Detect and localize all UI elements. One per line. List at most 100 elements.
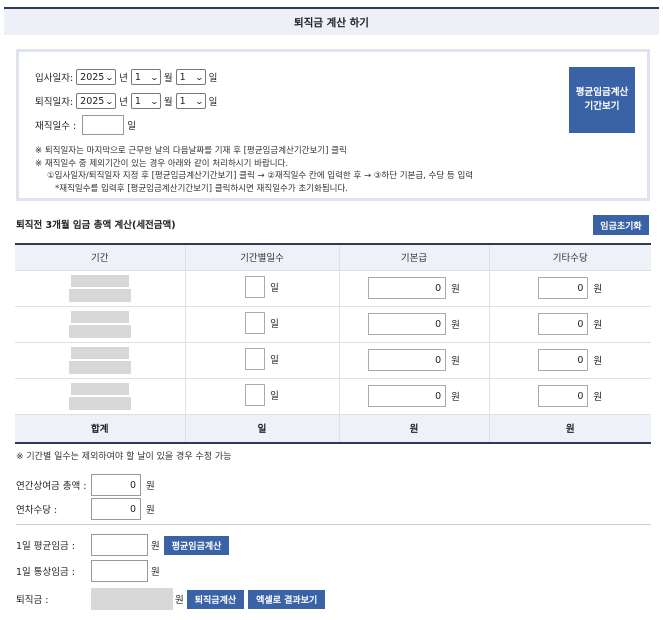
other-allowance-input[interactable]: 0 [538,277,589,299]
join-month-select[interactable]: 1 ⌄ [130,69,161,85]
daily-ordinary-row: 1일 통상임금 : 원 [16,560,160,582]
severance-calc-button[interactable]: 퇴직금계산 [186,589,245,609]
table-row: 일 0원 0원 [15,378,651,415]
excel-result-button[interactable]: 엑셀로 결과보기 [248,589,326,609]
base-pay-input[interactable]: 0 [368,313,447,335]
chevron-down-icon: ⌄ [105,96,115,106]
table-row: 일 0원 0원 [15,270,651,307]
divider [16,524,651,525]
table-header-row: 기간 기간별일수 기본급 기타수당 [15,244,651,271]
won-unit: 원 [146,481,155,492]
period-cell [15,306,186,343]
table-row: 일 0원 0원 [15,342,651,379]
workdays-unit: 일 [127,121,136,132]
won-unit: 원 [593,392,603,403]
leave-day-select[interactable]: 1 ⌄ [175,93,206,109]
avg-period-button-line1: 평균임금계산 [575,87,629,98]
won-unit: 원 [593,320,603,331]
days-input[interactable] [245,311,266,334]
redacted-period-start [70,310,129,323]
days-cell: 일 [184,306,340,343]
year-unit: 년 [119,73,128,84]
month-unit: 월 [163,97,173,108]
total-row: 합계 일 원 원 [15,414,651,443]
total-other-allowance: 원 [488,414,651,443]
won-unit: 원 [151,567,160,578]
base-cell: 0원 [338,306,490,343]
days-input[interactable] [245,383,266,406]
other-allowance-input[interactable]: 0 [538,349,589,371]
annual-leave-label: 연차수당 : [16,505,58,516]
join-day-select[interactable]: 1 ⌄ [175,69,206,85]
other-allowance-input[interactable]: 0 [538,313,589,335]
col-header-period: 기간 [15,244,186,271]
won-unit: 원 [175,595,184,606]
join-date-label: 입사일자: [35,73,74,84]
day-unit: 일 [208,97,218,108]
other-allowance-input[interactable]: 0 [538,385,589,407]
base-pay-input[interactable]: 0 [368,277,447,299]
note-2: ※ 재직일수 중 제외기간이 있는 경우 아래와 같이 처리하시기 바랍니다. [35,158,289,169]
won-unit: 원 [451,392,460,403]
avg-wage-calc-button[interactable]: 평균임금계산 [163,535,230,555]
period-cell [15,270,186,307]
note-3: ①입사일자/퇴직일자 지정 후 [평균임금계산기간보기] 클릭 → ②재직일수 … [47,171,474,181]
annual-leave-input[interactable]: 0 [91,498,141,520]
wage-table: 기간 기간별일수 기본급 기타수당 일 0원 0원 일 0원 0원 일 0원 0… [15,243,651,444]
month-unit: 월 [163,73,173,84]
other-cell: 0원 [488,270,651,307]
won-unit: 원 [151,541,160,552]
severance-row: 퇴직금 : 원 퇴직금계산 엑셀로 결과보기 [16,588,326,610]
period-cell [15,342,186,379]
year-unit: 년 [119,97,128,108]
days-input[interactable] [245,275,266,298]
bonus-label: 연간상여금 총액 : [16,481,87,492]
wage-section-title: 퇴직전 3개월 임금 총액 계산(세전금액) [16,220,176,231]
total-base-pay: 원 [338,414,490,443]
leave-date-row: 퇴직일자: 2025 ⌄ 년 1 ⌄ 월 1 ⌄ 일 [35,93,217,109]
chevron-down-icon: ⌄ [194,96,205,106]
chevron-down-icon: ⌄ [194,72,205,82]
base-pay-input[interactable]: 0 [368,385,447,407]
note-1: ※ 퇴직일자는 마지막으로 근무한 날의 다음날짜를 기재 후 [평균임금계산기… [35,146,347,156]
leave-year-select[interactable]: 2025 ⌄ [76,93,117,109]
workdays-input[interactable] [82,115,125,135]
redacted-period-end [68,324,131,338]
table-row: 일 0원 0원 [15,306,651,343]
chevron-down-icon: ⌄ [149,96,160,106]
bonus-row: 연간상여금 총액 : 0 원 [16,474,155,496]
won-unit: 원 [593,284,603,295]
base-cell: 0원 [338,342,490,379]
date-input-panel: 입사일자: 2025 ⌄ 년 1 ⌄ 월 1 ⌄ 일 퇴직일자: 2025 ⌄ 년 1 ⌄… [16,49,650,201]
join-date-row: 입사일자: 2025 ⌄ 년 1 ⌄ 월 1 ⌄ 일 [35,69,217,85]
col-header-other-allowance: 기타수당 [488,244,651,271]
leave-month-select[interactable]: 1 ⌄ [130,93,161,109]
days-edit-note: ※ 기간별 일수는 제외하여야 할 날이 있을 경우 수정 가능 [16,452,232,462]
redacted-period-start [70,346,129,359]
redacted-period-end [68,360,131,374]
won-unit: 원 [146,505,155,516]
other-cell: 0원 [488,306,651,343]
days-input[interactable] [245,347,266,370]
annual-leave-row: 연차수당 : 0 원 [16,498,155,520]
avg-period-button[interactable]: 평균임금계산 기간보기 [569,67,635,133]
instructions: ※ 퇴직일자는 마지막으로 근무한 날의 다음날짜를 기재 후 [평균임금계산기… [35,145,473,195]
daily-avg-row: 1일 평균임금 : 원 평균임금계산 [16,534,230,556]
day-unit: 일 [270,354,279,366]
workdays-row: 재직일수 : 일 [35,115,136,135]
join-year-select[interactable]: 2025 ⌄ [76,69,117,85]
period-cell [15,378,186,415]
days-cell: 일 [184,342,340,379]
bonus-input[interactable]: 0 [91,474,141,496]
daily-ordinary-label: 1일 통상임금 : [16,567,75,578]
avg-period-button-line2: 기간보기 [584,101,620,112]
redacted-period-start [70,382,129,395]
severance-label: 퇴직금 : [16,595,49,606]
note-4: *재직일수를 입력후 [평균임금계산기간보기] 클릭하시면 재직일수가 초기화됩… [55,183,348,194]
won-unit: 원 [451,356,460,367]
wage-reset-button[interactable]: 임금초기화 [593,215,649,235]
base-pay-input[interactable]: 0 [368,349,447,371]
other-cell: 0원 [488,378,651,415]
day-unit: 일 [270,390,279,402]
won-unit: 원 [593,356,603,367]
